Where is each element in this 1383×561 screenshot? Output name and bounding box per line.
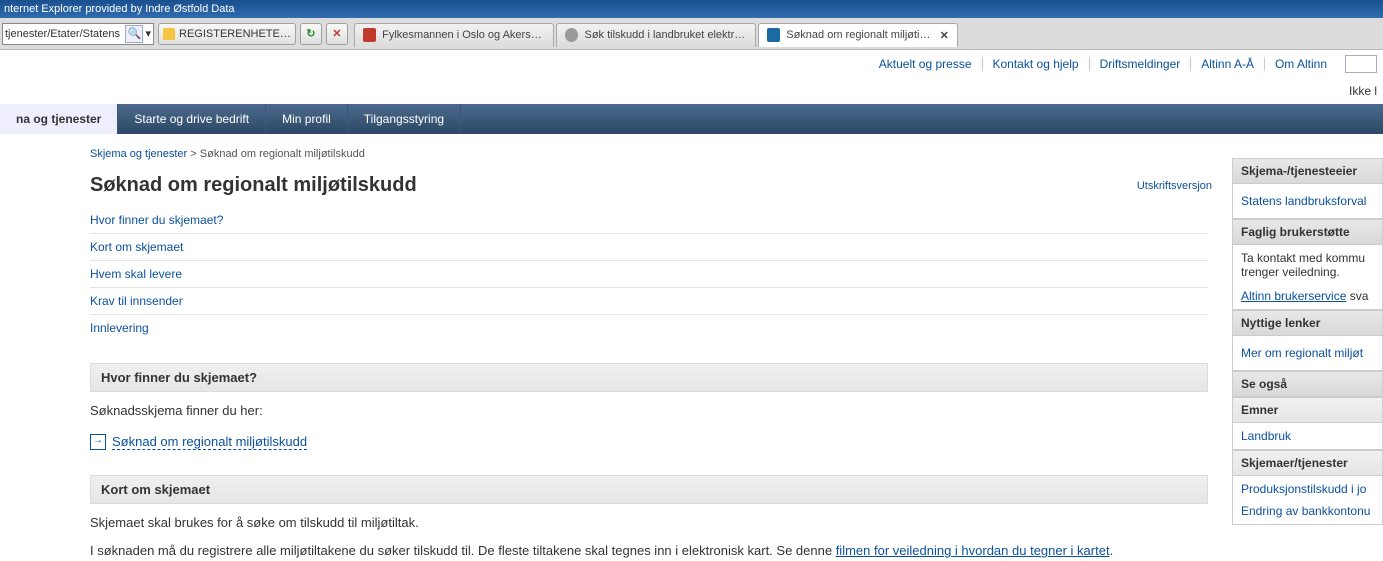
section-paragraph: I søknaden må du registrere alle miljøti… xyxy=(90,542,1232,560)
nav-min-profil[interactable]: Min profil xyxy=(266,104,348,134)
stop-icon: ✕ xyxy=(332,27,341,40)
breadcrumb-sep: > xyxy=(190,148,199,160)
nav-tilgangsstyring[interactable]: Tilgangsstyring xyxy=(348,104,461,134)
side-text: Ta kontakt med kommu xyxy=(1241,251,1365,265)
favorites-label: REGISTERENHETE… xyxy=(179,28,291,40)
side-body: Landbruk xyxy=(1232,423,1383,450)
login-row: Ikke l xyxy=(0,78,1383,104)
login-status: Ikke l xyxy=(1349,84,1377,98)
tab-soknad-regionalt[interactable]: Søknad om regionalt miljøtils… ✕ xyxy=(758,23,958,47)
side-head-se-ogsa: Se også xyxy=(1232,371,1383,397)
close-icon[interactable]: ✕ xyxy=(940,29,949,42)
side-head-nyttige: Nyttige lenker xyxy=(1232,310,1383,336)
address-bar[interactable]: tjenester/Etater/Statens 🔍 ▾ xyxy=(2,23,154,45)
anchor-krav[interactable]: Krav til innsender xyxy=(90,288,1208,315)
stop-button[interactable]: ✕ xyxy=(326,23,348,45)
section-paragraph: Skjemaet skal brukes for å søke om tilsk… xyxy=(90,514,1232,532)
video-guide-link[interactable]: filmen for veiledning i hvordan du tegne… xyxy=(836,543,1110,558)
side-text: sva xyxy=(1346,289,1368,303)
sidebar: Skjema-/tjenesteeier Statens landbruksfo… xyxy=(1232,158,1383,525)
search-icon[interactable]: 🔍 xyxy=(125,25,143,43)
breadcrumb-current: Søknad om regionalt miljøtilskudd xyxy=(200,148,365,160)
search-input[interactable] xyxy=(1345,55,1377,73)
tab-label: Fylkesmannen i Oslo og Akershu… xyxy=(382,29,545,41)
nav-skjema-og-tjenester[interactable]: na og tjenester xyxy=(0,104,118,134)
form-link-label: Søknad om regionalt miljøtilskudd xyxy=(112,434,307,450)
globe-icon xyxy=(565,28,579,42)
side-subhead-emner: Emner xyxy=(1232,397,1383,423)
refresh-button[interactable]: ↻ xyxy=(300,23,322,45)
address-text: tjenester/Etater/Statens xyxy=(5,28,125,40)
tab-fylkesmannen[interactable]: Fylkesmannen i Oslo og Akershu… xyxy=(354,23,554,47)
main-nav: na og tjenester Starte og drive bedrift … xyxy=(0,104,1383,134)
side-head-eier: Skjema-/tjenesteeier xyxy=(1232,158,1383,184)
tab-label: Søknad om regionalt miljøtils… xyxy=(786,29,931,41)
anchor-list: Hvor finner du skjemaet? Kort om skjemae… xyxy=(90,207,1208,341)
section-body: Søknadsskjema finner du her: xyxy=(90,402,1232,420)
tab-label: Søk tilskudd i landbruket elektro… xyxy=(584,29,746,41)
dropdown-icon[interactable]: ▾ xyxy=(143,27,153,40)
page-title: Søknad om regionalt miljøtilskudd xyxy=(90,174,1137,197)
link-statens-landbruk[interactable]: Statens landbruksforval xyxy=(1241,190,1374,212)
form-link[interactable]: Søknad om regionalt miljøtilskudd xyxy=(90,434,307,450)
link-kontakt[interactable]: Kontakt og hjelp xyxy=(983,57,1090,71)
text-run: . xyxy=(1110,543,1114,558)
browser-toolbar: tjenester/Etater/Statens 🔍 ▾ REGISTERENH… xyxy=(0,18,1383,50)
lock-icon xyxy=(163,28,175,40)
side-body: Produksjonstilskudd i jo Endring av bank… xyxy=(1232,476,1383,525)
section-head-hvor: Hvor finner du skjemaet? xyxy=(90,363,1208,392)
link-mer-om-regionalt[interactable]: Mer om regionalt miljøt xyxy=(1241,342,1374,364)
side-body: Ta kontakt med kommu trenger veiledning.… xyxy=(1232,245,1383,310)
link-endring-bankkonto[interactable]: Endring av bankkontonu xyxy=(1241,500,1374,522)
favorites-button[interactable]: REGISTERENHETE… xyxy=(158,23,296,45)
top-links: Aktuelt og presse Kontakt og hjelp Drift… xyxy=(0,50,1383,78)
link-altinn-brukerservice[interactable]: Altinn brukerservice xyxy=(1241,285,1346,307)
anchor-kort-om[interactable]: Kort om skjemaet xyxy=(90,234,1208,261)
tab-sok-tilskudd[interactable]: Søk tilskudd i landbruket elektro… xyxy=(556,23,756,47)
refresh-icon: ↻ xyxy=(306,27,315,40)
window-title: nternet Explorer provided by Indre Østfo… xyxy=(4,3,235,15)
link-driftsmeldinger[interactable]: Driftsmeldinger xyxy=(1090,57,1192,71)
side-body: Statens landbruksforval xyxy=(1232,184,1383,219)
site-icon xyxy=(767,28,780,42)
tabs-strip: Fylkesmannen i Oslo og Akershu… Søk tils… xyxy=(354,21,960,47)
link-altinn-a-aa[interactable]: Altinn A-Å xyxy=(1191,57,1265,71)
side-head-brukerstotte: Faglig brukerstøtte xyxy=(1232,219,1383,245)
anchor-hvem-skal[interactable]: Hvem skal levere xyxy=(90,261,1208,288)
nav-starte-og-drive[interactable]: Starte og drive bedrift xyxy=(118,104,266,134)
side-text: trenger veiledning. xyxy=(1241,265,1340,279)
shield-icon xyxy=(363,28,376,42)
breadcrumb-link[interactable]: Skjema og tjenester xyxy=(90,148,187,160)
side-subhead-skjemaer: Skjemaer/tjenester xyxy=(1232,450,1383,476)
link-produksjonstilskudd[interactable]: Produksjonstilskudd i jo xyxy=(1241,478,1374,500)
link-landbruk[interactable]: Landbruk xyxy=(1241,425,1374,447)
side-body: Mer om regionalt miljøt xyxy=(1232,336,1383,371)
window-title-bar: nternet Explorer provided by Indre Østfo… xyxy=(0,0,1383,18)
link-om-altinn[interactable]: Om Altinn xyxy=(1265,57,1337,71)
form-icon xyxy=(90,434,106,450)
link-aktuelt[interactable]: Aktuelt og presse xyxy=(869,57,983,71)
text-run: I søknaden må du registrere alle miljøti… xyxy=(90,543,836,558)
section-head-kort: Kort om skjemaet xyxy=(90,475,1208,504)
anchor-innlevering[interactable]: Innlevering xyxy=(90,315,1208,341)
anchor-hvor-finner[interactable]: Hvor finner du skjemaet? xyxy=(90,207,1208,234)
breadcrumb: Skjema og tjenester > Søknad om regional… xyxy=(90,148,1232,160)
print-version-link[interactable]: Utskriftsversjon xyxy=(1137,180,1212,192)
